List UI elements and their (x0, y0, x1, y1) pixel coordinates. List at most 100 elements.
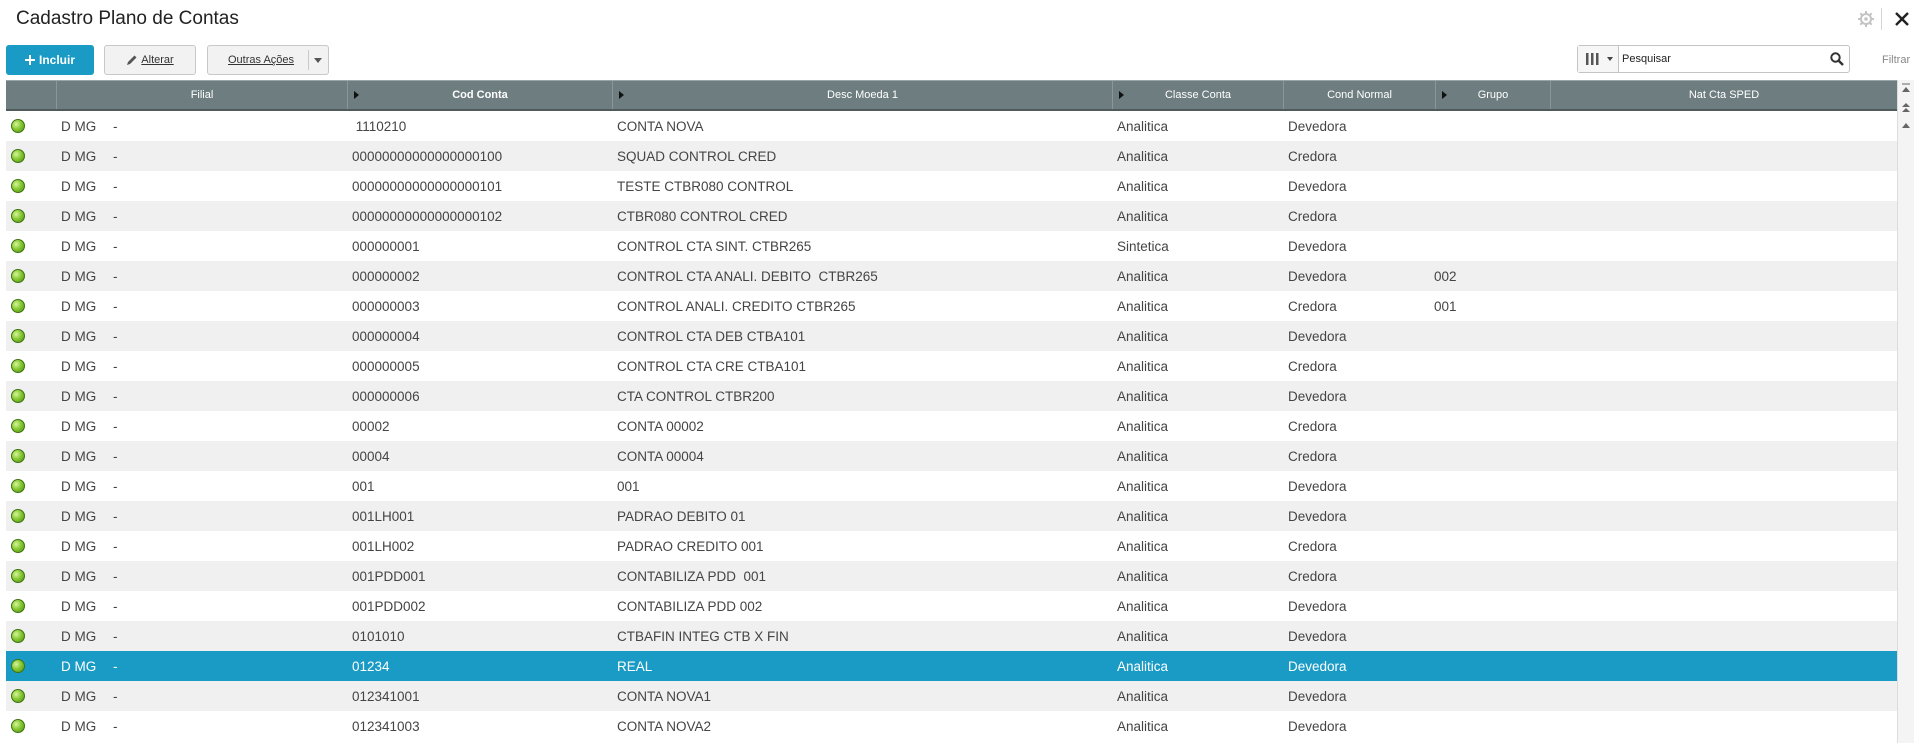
search-input[interactable] (1622, 49, 1818, 69)
cell-desc-moeda: CONTROL CTA DEB CTBA101 (617, 329, 806, 344)
cell-desc-moeda: REAL (617, 659, 653, 674)
alterar-button[interactable]: Alterar (104, 45, 196, 75)
status-dot-icon (11, 479, 25, 493)
cell-cod-conta: 001LH001 (352, 509, 415, 524)
cell-classe-conta: Analitica (1117, 179, 1169, 194)
table-row[interactable]: D MG - 001 001 Analitica Devedora (6, 471, 1897, 501)
cell-desc-moeda: CONTABILIZA PDD 001 (617, 569, 767, 584)
cell-filial: D MG (61, 689, 97, 704)
table-row[interactable]: D MG - 001LH001 PADRAO DEBITO 01 Analitica De… (6, 501, 1897, 531)
cell-cod-conta: 000000001 (352, 239, 420, 254)
status-dot-icon (11, 329, 25, 343)
cell-cond-normal: Credora (1288, 149, 1337, 164)
table-row[interactable]: D MG - 012341001 CONTA NOVA1 Analitica Devedo… (6, 681, 1897, 711)
status-dot-icon (11, 539, 25, 553)
cell-classe-conta: Analitica (1117, 569, 1169, 584)
close-icon[interactable] (1891, 8, 1913, 30)
gear-icon[interactable] (1857, 10, 1875, 28)
chevron-down-icon[interactable] (314, 58, 322, 63)
cell-filial-separator: - (113, 659, 118, 674)
incluir-button[interactable]: Incluir (6, 45, 94, 75)
cell-cod-conta: 012341001 (352, 689, 420, 704)
cell-filial-separator: - (113, 179, 118, 194)
table-row[interactable]: D MG - 012341003 CONTA NOVA2 Analitica Devedo… (6, 711, 1897, 741)
table-row[interactable]: D MG - 000000002 CONTROL CTA ANALI. DEBITO … (6, 261, 1897, 291)
sort-arrow-icon (1442, 91, 1447, 99)
table-row[interactable]: D MG - 000000006 CTA CONTROL CTBR200 Analiti… (6, 381, 1897, 411)
cell-cod-conta: 012341003 (352, 719, 420, 734)
header-desc-moeda[interactable]: Desc Moeda 1 (613, 81, 1113, 109)
table-row[interactable]: D MG - 000000001 CONTROL CTA SINT. CTBR265 S… (6, 231, 1897, 261)
cell-classe-conta: Analitica (1117, 659, 1169, 674)
status-dot-icon (11, 359, 25, 373)
filter-link[interactable]: Filtrar (1882, 54, 1910, 66)
cell-cond-normal: Credora (1288, 539, 1337, 554)
cell-cond-normal: Devedora (1288, 269, 1347, 284)
search-icon[interactable] (1830, 52, 1844, 66)
scroll-page-up-icon[interactable] (1899, 100, 1913, 114)
status-dot-icon (11, 179, 25, 193)
table-row[interactable]: D MG - 00004 CONTA 00004 Analitica Credora (6, 441, 1897, 471)
columns-filter-button[interactable] (1578, 46, 1619, 72)
table-row[interactable]: D MG - 01234 REAL Analitica Devedora (6, 651, 1897, 681)
cell-cod-conta: 1110210 (352, 119, 407, 134)
table-row[interactable]: D MG - 0101010 CTBAFIN INTEG CTB X FIN Anali… (6, 621, 1897, 651)
table-row[interactable]: D MG - 00002 CONTA 00002 Analitica Credora (6, 411, 1897, 441)
header-grupo[interactable]: Grupo (1436, 81, 1551, 109)
cell-filial-separator: - (113, 719, 118, 734)
cell-desc-moeda: CONTA NOVA (617, 119, 704, 134)
cell-classe-conta: Analitica (1117, 269, 1169, 284)
cell-filial-separator: - (113, 419, 118, 434)
header-classe-conta[interactable]: Classe Conta (1113, 81, 1284, 109)
cell-cond-normal: Credora (1288, 449, 1337, 464)
cell-cod-conta: 00004 (352, 449, 390, 464)
header-label: Filial (190, 89, 214, 101)
scroll-up-icon[interactable] (1899, 118, 1913, 132)
table-row[interactable]: D MG - 00000000000000000101 TESTE CTBR080 C… (6, 171, 1897, 201)
table-row[interactable]: D MG - 00000000000000000102 CTBR080 CONTROL… (6, 201, 1897, 231)
cell-filial-separator: - (113, 569, 118, 584)
cell-filial-separator: - (113, 119, 118, 134)
title-bar: Cadastro Plano de Contas (0, 0, 1919, 42)
status-column-header (6, 81, 57, 109)
cell-desc-moeda: PADRAO CREDITO 001 (617, 539, 764, 554)
cell-cod-conta: 001PDD002 (352, 599, 426, 614)
cell-classe-conta: Analitica (1117, 329, 1169, 344)
table-row[interactable]: D MG - 1110210 CONTA NOVA Analitica Devedora (6, 111, 1897, 141)
cell-classe-conta: Analitica (1117, 299, 1169, 314)
status-dot-icon (11, 119, 25, 133)
header-cond-normal[interactable]: Cond Normal (1284, 81, 1436, 109)
header-nat-cta-sped[interactable]: Nat Cta SPED (1551, 81, 1897, 109)
header-filial[interactable]: Filial (57, 81, 348, 109)
cell-filial-separator: - (113, 509, 118, 524)
chevron-down-icon (1607, 57, 1613, 61)
vertical-scrollbar[interactable] (1897, 80, 1914, 743)
cell-classe-conta: Analitica (1117, 209, 1169, 224)
table-row[interactable]: D MG - 001PDD002 CONTABILIZA PDD 002 Analiti… (6, 591, 1897, 621)
cell-cod-conta: 00002 (352, 419, 390, 434)
table-row[interactable]: D MG - 001LH002 PADRAO CREDITO 001 Analitica… (6, 531, 1897, 561)
header-label: Classe Conta (1164, 89, 1232, 101)
cell-filial-separator: - (113, 149, 118, 164)
cell-cond-normal: Devedora (1288, 509, 1347, 524)
outras-acoes-label: Outras Ações (228, 54, 295, 66)
cell-classe-conta: Analitica (1117, 629, 1169, 644)
cell-cond-normal: Devedora (1288, 689, 1347, 704)
table-row[interactable]: D MG - 000000004 CONTROL CTA DEB CTBA101 Ana… (6, 321, 1897, 351)
table-row[interactable]: D MG - 000000003 CONTROL ANALI. CREDITO CTB… (6, 291, 1897, 321)
header-cod-conta[interactable]: Cod Conta (348, 81, 613, 109)
status-dot-icon (11, 569, 25, 583)
cell-filial-separator: - (113, 269, 118, 284)
cell-cod-conta: 001 (352, 479, 375, 494)
scroll-top-icon[interactable] (1899, 82, 1913, 96)
table-row[interactable]: D MG - 00000000000000000100 SQUAD CONTROL C… (6, 141, 1897, 171)
status-dot-icon (11, 719, 25, 733)
cell-desc-moeda: TESTE CTBR080 CONTROL (617, 179, 794, 194)
outras-acoes-button[interactable]: Outras Ações (207, 45, 329, 75)
cell-cod-conta: 000000006 (352, 389, 420, 404)
cell-classe-conta: Analitica (1117, 119, 1169, 134)
table-row[interactable]: D MG - 001PDD001 CONTABILIZA PDD 001 Analiti… (6, 561, 1897, 591)
cell-classe-conta: Analitica (1117, 479, 1169, 494)
table-row[interactable]: D MG - 000000005 CONTROL CTA CRE CTBA101 Ana… (6, 351, 1897, 381)
cell-filial-separator: - (113, 539, 118, 554)
